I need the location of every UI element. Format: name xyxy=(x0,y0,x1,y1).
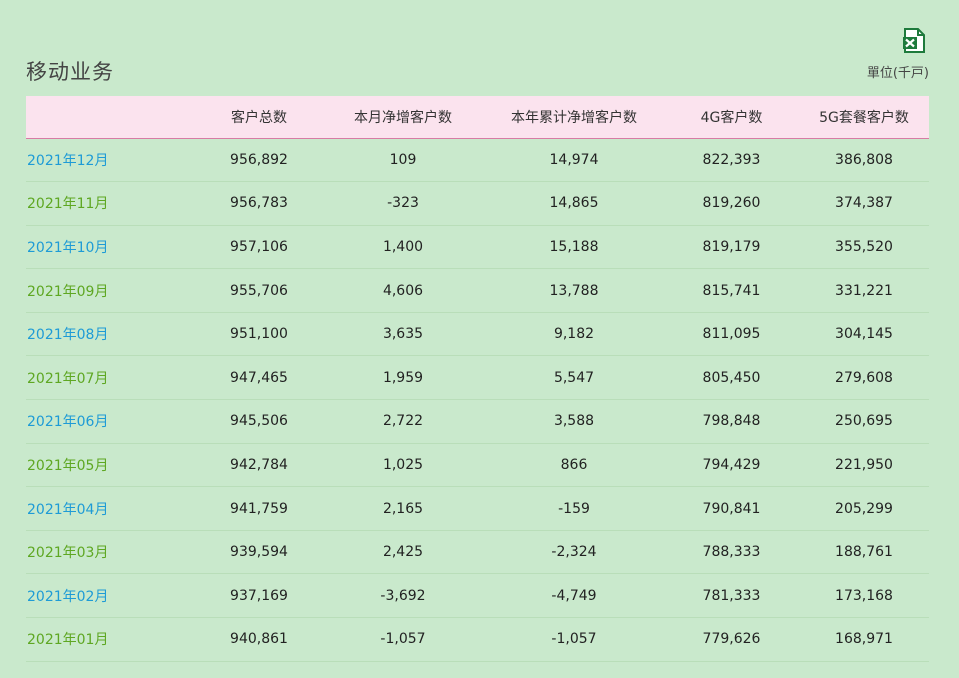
5g-package-customers-cell: 188,761 xyxy=(799,530,929,575)
month-link[interactable]: 2021年06月 xyxy=(26,399,196,444)
total-customers-cell: 956,892 xyxy=(196,138,322,183)
5g-package-customers-cell: 168,971 xyxy=(799,617,929,662)
mobile-business-table: 客户总数 本月净增客户数 本年累计净增客户数 4G客户数 5G套餐客户数 2021年12… xyxy=(26,96,929,662)
ytd-net-add-cell: 14,865 xyxy=(484,181,664,226)
month-link[interactable]: 2021年08月 xyxy=(26,312,196,357)
4g-customers-cell: 822,393 xyxy=(664,138,799,183)
4g-customers-cell: 788,333 xyxy=(664,530,799,575)
table-row: 2021年11月 956,783 -323 14,865 819,260 374,387 xyxy=(26,181,929,226)
5g-package-customers-cell: 221,950 xyxy=(799,443,929,488)
monthly-net-add-cell: 109 xyxy=(322,138,484,183)
monthly-net-add-cell: 2,722 xyxy=(322,399,484,444)
table-row: 2021年01月 940,861 -1,057 -1,057 779,626 168,97… xyxy=(26,617,929,662)
month-column-header xyxy=(26,96,196,139)
table-row: 2021年08月 951,100 3,635 9,182 811,095 304,145 xyxy=(26,312,929,357)
ytd-net-add-cell: 14,974 xyxy=(484,138,664,183)
month-link[interactable]: 2021年12月 xyxy=(26,138,196,183)
month-link[interactable]: 2021年10月 xyxy=(26,225,196,270)
5g-package-customers-cell: 205,299 xyxy=(799,486,929,531)
table-row: 2021年09月 955,706 4,606 13,788 815,741 331,221 xyxy=(26,268,929,313)
month-link[interactable]: 2021年11月 xyxy=(26,181,196,226)
total-customers-cell: 939,594 xyxy=(196,530,322,575)
ytd-net-add-header: 本年累计净增客户数 xyxy=(484,96,664,139)
page-title: 移动业务 xyxy=(26,60,114,84)
5g-package-customers-header: 5G套餐客户数 xyxy=(799,96,929,139)
monthly-net-add-cell: 1,959 xyxy=(322,355,484,401)
ytd-net-add-cell: -2,324 xyxy=(484,530,664,575)
5g-package-customers-cell: 173,168 xyxy=(799,573,929,619)
table-row: 2021年12月 956,892 109 14,974 822,393 386,808 xyxy=(26,138,929,183)
4g-customers-header: 4G客户数 xyxy=(664,96,799,139)
monthly-net-add-cell: -3,692 xyxy=(322,573,484,619)
monthly-net-add-cell: 2,425 xyxy=(322,530,484,575)
excel-export-button[interactable] xyxy=(899,26,929,56)
monthly-net-add-cell: 3,635 xyxy=(322,312,484,357)
data-table-container: 客户总数 本月净增客户数 本年累计净增客户数 4G客户数 5G套餐客户数 2021年12… xyxy=(26,96,929,662)
table-row: 2021年04月 941,759 2,165 -159 790,841 205,299 xyxy=(26,486,929,531)
monthly-net-add-cell: -1,057 xyxy=(322,617,484,662)
total-customers-cell: 957,106 xyxy=(196,225,322,270)
total-customers-cell: 947,465 xyxy=(196,355,322,401)
monthly-net-add-cell: -323 xyxy=(322,181,484,226)
table-row: 2021年06月 945,506 2,722 3,588 798,848 250,695 xyxy=(26,399,929,444)
ytd-net-add-cell: -1,057 xyxy=(484,617,664,662)
ytd-net-add-cell: 13,788 xyxy=(484,268,664,313)
table-row: 2021年07月 947,465 1,959 5,547 805,450 279,608 xyxy=(26,355,929,401)
month-link[interactable]: 2021年03月 xyxy=(26,530,196,575)
total-customers-header: 客户总数 xyxy=(196,96,322,139)
table-row: 2021年03月 939,594 2,425 -2,324 788,333 188,761 xyxy=(26,530,929,575)
ytd-net-add-cell: 15,188 xyxy=(484,225,664,270)
month-link[interactable]: 2021年02月 xyxy=(26,573,196,619)
ytd-net-add-cell: 9,182 xyxy=(484,312,664,357)
4g-customers-cell: 819,179 xyxy=(664,225,799,270)
ytd-net-add-cell: 5,547 xyxy=(484,355,664,401)
month-link[interactable]: 2021年04月 xyxy=(26,486,196,531)
monthly-net-add-cell: 1,400 xyxy=(322,225,484,270)
monthly-net-add-header: 本月净增客户数 xyxy=(322,96,484,139)
month-link[interactable]: 2021年01月 xyxy=(26,617,196,662)
monthly-net-add-cell: 1,025 xyxy=(322,443,484,488)
total-customers-cell: 956,783 xyxy=(196,181,322,226)
total-customers-cell: 942,784 xyxy=(196,443,322,488)
5g-package-customers-cell: 331,221 xyxy=(799,268,929,313)
table-body: 2021年12月 956,892 109 14,974 822,393 386,808 20… xyxy=(26,138,929,662)
month-link[interactable]: 2021年09月 xyxy=(26,268,196,313)
4g-customers-cell: 815,741 xyxy=(664,268,799,313)
monthly-net-add-cell: 2,165 xyxy=(322,486,484,531)
month-link[interactable]: 2021年05月 xyxy=(26,443,196,488)
ytd-net-add-cell: -4,749 xyxy=(484,573,664,619)
4g-customers-cell: 781,333 xyxy=(664,573,799,619)
5g-package-customers-cell: 374,387 xyxy=(799,181,929,226)
total-customers-cell: 940,861 xyxy=(196,617,322,662)
4g-customers-cell: 794,429 xyxy=(664,443,799,488)
total-customers-cell: 955,706 xyxy=(196,268,322,313)
5g-package-customers-cell: 250,695 xyxy=(799,399,929,444)
4g-customers-cell: 779,626 xyxy=(664,617,799,662)
unit-label: 單位(千戸) xyxy=(866,66,929,81)
5g-package-customers-cell: 386,808 xyxy=(799,138,929,183)
excel-export-icon xyxy=(903,28,925,53)
table-row: 2021年05月 942,784 1,025 866 794,429 221,950 xyxy=(26,443,929,488)
total-customers-cell: 941,759 xyxy=(196,486,322,531)
total-customers-cell: 945,506 xyxy=(196,399,322,444)
4g-customers-cell: 798,848 xyxy=(664,399,799,444)
total-customers-cell: 937,169 xyxy=(196,573,322,619)
table-row: 2021年10月 957,106 1,400 15,188 819,179 355,520 xyxy=(26,225,929,270)
5g-package-customers-cell: 279,608 xyxy=(799,355,929,401)
5g-package-customers-cell: 304,145 xyxy=(799,312,929,357)
ytd-net-add-cell: 3,588 xyxy=(484,399,664,444)
ytd-net-add-cell: 866 xyxy=(484,443,664,488)
4g-customers-cell: 811,095 xyxy=(664,312,799,357)
ytd-net-add-cell: -159 xyxy=(484,486,664,531)
total-customers-cell: 951,100 xyxy=(196,312,322,357)
4g-customers-cell: 790,841 xyxy=(664,486,799,531)
table-header-row: 客户总数 本月净增客户数 本年累计净增客户数 4G客户数 5G套餐客户数 xyxy=(26,96,929,139)
5g-package-customers-cell: 355,520 xyxy=(799,225,929,270)
table-row: 2021年02月 937,169 -3,692 -4,749 781,333 173,16… xyxy=(26,573,929,619)
4g-customers-cell: 819,260 xyxy=(664,181,799,226)
month-link[interactable]: 2021年07月 xyxy=(26,355,196,401)
monthly-net-add-cell: 4,606 xyxy=(322,268,484,313)
4g-customers-cell: 805,450 xyxy=(664,355,799,401)
